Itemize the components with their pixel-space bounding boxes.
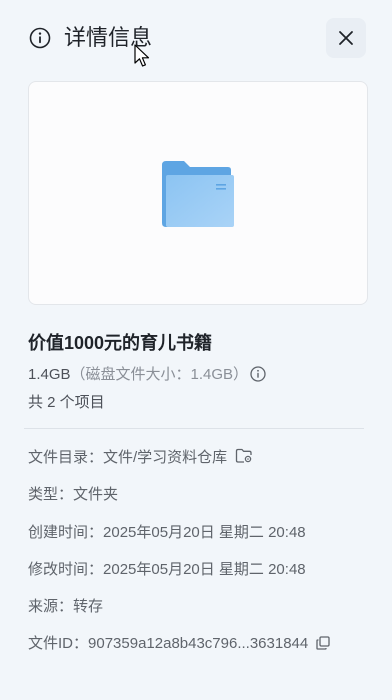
modified-value: 2025年05月20日 星期二 20:48: [103, 561, 306, 578]
locate-folder-icon[interactable]: [235, 448, 253, 471]
type-value: 文件夹: [73, 486, 119, 503]
mouse-cursor-icon: [134, 44, 152, 75]
detail-row-directory: 文件目录：文件/学习资料仓库: [28, 447, 253, 471]
detail-row-modified: 修改时间：2025年05月20日 星期二 20:48: [28, 559, 306, 581]
file-preview-card: [28, 81, 368, 305]
size-info-icon[interactable]: [250, 366, 266, 389]
close-icon: [339, 31, 353, 45]
folder-icon: [162, 161, 234, 234]
file-id-value: 907359a12a8b43c796...3631844: [88, 635, 309, 652]
file-id-label: 文件ID：: [28, 635, 89, 652]
modified-label: 修改时间：: [28, 561, 104, 578]
copy-icon[interactable]: [316, 635, 330, 657]
created-value: 2025年05月20日 星期二 20:48: [103, 524, 306, 541]
detail-row-type: 类型：文件夹: [28, 484, 118, 506]
detail-row-created: 创建时间：2025年05月20日 星期二 20:48: [28, 522, 306, 544]
file-size: 1.4GB: [28, 366, 71, 383]
type-label: 类型：: [28, 486, 74, 503]
source-value: 转存: [73, 598, 104, 615]
info-circle-icon: [29, 27, 51, 49]
file-size-line: 1.4GB（磁盘文件大小：1.4GB）: [28, 364, 266, 389]
directory-label: 文件目录：: [28, 449, 104, 466]
detail-row-source: 来源：转存: [28, 596, 103, 618]
detail-row-file-id: 文件ID：907359a12a8b43c796...3631844: [28, 633, 330, 657]
divider: [24, 428, 364, 429]
close-button[interactable]: [326, 18, 366, 58]
item-count: 共 2 个项目: [28, 394, 105, 411]
created-label: 创建时间：: [28, 524, 104, 541]
file-name: 价值1000元的育儿书籍: [28, 333, 213, 353]
source-label: 来源：: [28, 598, 74, 615]
directory-value: 文件/学习资料仓库: [103, 449, 228, 466]
disk-size-text: （磁盘文件大小：1.4GB）: [70, 366, 249, 383]
details-header: 详情信息: [0, 0, 392, 76]
